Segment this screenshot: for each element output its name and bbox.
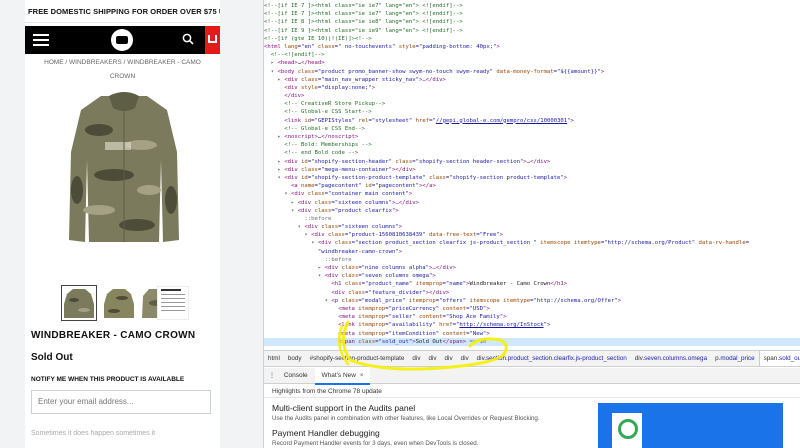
breadcrumb: HOME / WINDBREAKERS / WINDBREAKER - CAMO… [44,59,201,80]
mobile-page: FREE DOMESTIC SHIPPING FOR ORDER OVER $7… [25,0,220,448]
dom-breadcrumb-item[interactable]: div [408,351,424,366]
dom-node-line[interactable]: ▾ <p class="modal_price" itemprop="offer… [264,297,800,305]
dom-node-line[interactable]: ▾ <div class="seven columns omega"> [264,272,800,280]
tab-whats-new-label: What's New [321,372,356,379]
dom-node-line[interactable]: <!-- CreativeR Store Pickup--> [264,100,800,108]
elements-dom-tree[interactable]: <!--[if IE 7 ]><html class="ie ie7" lang… [264,0,800,349]
dom-node-line[interactable]: <!--[if (gte IE 10)|!(IE)]><!--> [264,35,800,43]
whats-new-illustration [598,403,783,448]
dom-node-line[interactable]: ::before [264,215,800,223]
dom-node-line[interactable]: <!-- Global-e CSS End--> [264,125,800,133]
dom-node-line[interactable]: <span class="sold_out">Sold Out</span> =… [264,337,800,346]
dom-node-line[interactable]: <!--[if IE 7 ]><html class="ie ie7" lang… [264,10,800,18]
dom-node-line[interactable]: <!-- Bold: Memberships --> [264,141,800,149]
product-title: WINDBREAKER - CAMO CROWN [31,330,196,341]
dom-node-line[interactable]: <!--[if IE 7 ]><html class="ie ie7" lang… [264,2,800,10]
device-viewport: FREE DOMESTIC SHIPPING FOR ORDER OVER $7… [0,0,263,448]
dom-node-line[interactable]: ▸ <div class="nine columns alpha">…</div… [264,264,800,272]
dom-node-line[interactable]: ▸ <div id="shopify-section-header" class… [264,158,800,166]
thumbnail-back[interactable] [102,286,136,320]
notify-label: NOTIFY ME WHEN THIS PRODUCT IS AVAILABLE [31,376,185,383]
dom-node-line[interactable]: <!--<![endif]--> [264,51,800,59]
thumbnail-front[interactable] [61,285,97,321]
dom-node-line[interactable]: <meta itemprop="priceCurrency" content="… [264,305,800,313]
whats-new-item-title[interactable]: Payment Handler debugging [272,428,380,438]
dom-breadcrumb-item[interactable]: div.seven.columns.omega [631,351,711,366]
dom-node-line[interactable]: ▾ <div class="section product_section cl… [264,239,800,247]
drawer-tab-bar: ⋮ Console What's New × [264,368,800,385]
tab-whats-new[interactable]: What's New × [315,368,370,385]
dom-breadcrumb-item[interactable]: div [457,351,473,366]
dom-breadcrumb-item[interactable]: div [424,351,440,366]
drawer-menu-icon[interactable]: ⋮ [268,368,276,383]
dom-node-line[interactable]: <meta itemprop="seller" content="Shop Ac… [264,313,800,321]
dom-node-line[interactable]: ▸ <head>…</head> [264,59,800,67]
cart-icon[interactable] [205,26,220,54]
dom-node-line[interactable]: ▾ <div class="product-1560810638439" dat… [264,231,800,239]
dom-breadcrumb-item[interactable]: div [441,351,457,366]
dom-node-line[interactable]: <!--[if IE 8 ]><html class="ie ie8" lang… [264,18,800,26]
dom-node-line[interactable]: ▾ <div class="container main content"> [264,190,800,198]
promo-banner: FREE DOMESTIC SHIPPING FOR ORDER OVER $7… [25,0,220,23]
dom-node-line[interactable]: ▸ <noscript>…</noscript> [264,133,800,141]
whats-new-item-desc: Use the Audits panel in combination with… [272,415,540,422]
dom-node-line[interactable]: ▸ <div class="sixteen columns">…</div> [264,199,800,207]
dom-node-line[interactable]: <!-- Global-e CSS Start--> [264,108,800,116]
dom-node-line[interactable]: ▾ <body class="product promo_banner-show… [264,68,800,76]
dom-node-line[interactable]: <h1 class="product_name" itemprop="name"… [264,280,800,288]
search-icon[interactable] [182,33,194,45]
dom-node-line[interactable]: <html lang="en" class=" no-touchevents" … [264,43,800,51]
devtools-panel: <!--[if IE 7 ]><html class="ie ie7" lang… [263,0,800,448]
dom-breadcrumb-item[interactable]: html [264,351,284,366]
dom-node-line[interactable]: <link itemprop="availability" href="http… [264,321,800,329]
store-logo[interactable] [111,29,133,51]
dom-node-line[interactable]: ▾ <div id="shopify-section-product-templ… [264,174,800,182]
whats-new-panel: Highlights from the Chrome 78 update Mul… [264,385,800,448]
dom-breadcrumb-item[interactable]: body [284,351,306,366]
dom-node-line[interactable]: <meta itemprop="itemCondition" content="… [264,330,800,338]
dom-node-line[interactable]: <!-- end Bold code --> [264,149,800,157]
dom-node-line[interactable]: <div style="display:none;"> [264,84,800,92]
dom-node-line[interactable]: ▾ <div class="product clearfix"> [264,207,800,215]
tab-console[interactable]: Console [278,368,314,383]
dom-node-line[interactable]: ▸ <div class="mega-menu-container"></div… [264,166,800,174]
dom-node-line[interactable]: <!--[if IE 9 ]><html class="ie ie9" lang… [264,27,800,35]
dom-node-line[interactable]: </div> [264,92,800,100]
dom-node-line[interactable]: <div class="feature_divider"></div> [264,289,800,297]
product-image[interactable] [69,90,179,245]
dom-node-line[interactable]: ▾ <div class="sixteen columns"> [264,223,800,231]
email-field[interactable]: Enter your email address... [31,390,211,414]
dom-node-line[interactable]: <a name="pagecontent" id="pagecontent"><… [264,182,800,190]
top-nav-bar [25,26,220,54]
dom-breadcrumb-item[interactable]: #shopify-section-product-template [306,351,409,366]
menu-icon[interactable] [33,34,49,46]
whats-new-item-desc: Record Payment Handler events for 3 days… [272,440,479,447]
dom-node-line[interactable]: "windbreaker-camo-crown"> [264,248,800,256]
size-chart-thumbnail[interactable] [157,286,189,320]
whats-new-header: Highlights from the Chrome 78 update [264,385,800,398]
whats-new-item-title[interactable]: Multi-client support in the Audits panel [272,403,415,413]
stock-status: Sold Out [31,352,73,363]
dom-breadcrumb-item[interactable]: span.sold_out [758,351,800,366]
dom-node-line[interactable]: ▸ <div class="main_nav_wrapper sticky_na… [264,76,800,84]
faded-text: Sometimes it does happen sometimes it [31,430,156,437]
dom-node-line[interactable]: <link id="GEPIStyles" rel="stylesheet" h… [264,117,800,125]
dom-node-line[interactable]: ::before [264,256,800,264]
dom-breadcrumb-item[interactable]: div.section.product_section.clearfix.js-… [473,351,631,366]
dom-breadcrumb-bar: html body #shopify-section-product-templat… [264,350,800,367]
close-icon[interactable]: × [360,372,364,379]
dom-breadcrumb-item[interactable]: p.modal_price [711,351,759,366]
